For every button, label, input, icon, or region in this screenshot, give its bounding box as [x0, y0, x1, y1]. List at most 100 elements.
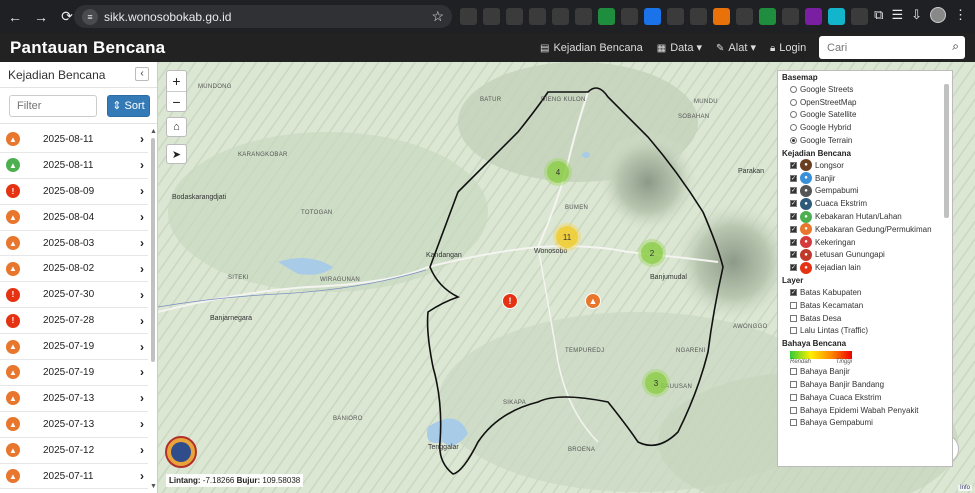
- cluster-marker[interactable]: 2: [641, 242, 663, 264]
- event-list-item[interactable]: ▲ 2025-07-13 ›: [0, 412, 148, 438]
- a2-ext-icon[interactable]: [851, 8, 868, 25]
- event-layer-option[interactable]: ✓ ● Banjir: [778, 172, 952, 185]
- event-layer-checkbox[interactable]: ✓: [790, 161, 797, 169]
- basemap-radio[interactable]: [790, 98, 797, 106]
- chevron-right-icon[interactable]: ›: [140, 314, 144, 328]
- hazard-checkbox[interactable]: [790, 406, 797, 414]
- chevron-right-icon[interactable]: ›: [140, 236, 144, 250]
- a-ext-icon[interactable]: [529, 8, 546, 25]
- event-layer-option[interactable]: ✓ ● Kebakaran Hutan/Lahan: [778, 210, 952, 223]
- hazard-option[interactable]: Bahaya Banjir Bandang: [778, 378, 952, 391]
- event-layer-checkbox[interactable]: ✓: [790, 213, 797, 221]
- event-layer-checkbox[interactable]: ✓: [790, 174, 797, 182]
- scroll-up-icon[interactable]: ▲: [150, 128, 157, 135]
- bookmark-star-icon[interactable]: ☆: [431, 8, 444, 25]
- event-layer-option[interactable]: ✓ ● Cuaca Ekstrim: [778, 197, 952, 210]
- event-layer-checkbox[interactable]: ✓: [790, 187, 797, 195]
- event-list-item[interactable]: ▲ 2025-07-19 ›: [0, 360, 148, 386]
- chevron-right-icon[interactable]: ›: [140, 288, 144, 302]
- chevron-right-icon[interactable]: ›: [140, 469, 144, 483]
- cluster-marker[interactable]: 11: [556, 226, 578, 248]
- locate-button[interactable]: ➤: [166, 144, 187, 164]
- event-list-item[interactable]: ▲ 2025-08-11 ›: [0, 127, 148, 153]
- chevron-right-icon[interactable]: ›: [140, 443, 144, 457]
- event-layer-option[interactable]: ✓ ● Kebakaran Gedung/Permukiman: [778, 223, 952, 236]
- scroll-down-icon[interactable]: ▼: [150, 483, 157, 490]
- chevron-right-icon[interactable]: ›: [140, 158, 144, 172]
- square-ext-icon[interactable]: [621, 8, 638, 25]
- badge-ext-icon[interactable]: [644, 8, 661, 25]
- chevron-right-icon[interactable]: ›: [140, 210, 144, 224]
- hazard-option[interactable]: Bahaya Gempabumi: [778, 417, 952, 430]
- basemap-option[interactable]: Google Satellite: [778, 109, 952, 122]
- chevron-right-icon[interactable]: ›: [140, 184, 144, 198]
- puzzle-ext-icon[interactable]: [506, 8, 523, 25]
- overlay-checkbox[interactable]: [790, 314, 797, 322]
- menu-kejadian-bencana[interactable]: ▤ Kejadian Bencana: [540, 42, 643, 54]
- event-marker-other[interactable]: !: [502, 293, 518, 309]
- menu-alat[interactable]: ✎ Alat ▾: [716, 41, 756, 54]
- overlay-checkbox[interactable]: [790, 301, 797, 309]
- event-list-item[interactable]: ▲ 2025-07-12 ›: [0, 438, 148, 464]
- gem-ext-icon[interactable]: [736, 8, 753, 25]
- cyan-ext-icon[interactable]: [828, 8, 845, 25]
- chevron-right-icon[interactable]: ›: [140, 365, 144, 379]
- chevron-right-icon[interactable]: ›: [140, 262, 144, 276]
- menu-login[interactable]: 🔒︎ Login: [770, 42, 806, 54]
- scroll-thumb[interactable]: [151, 138, 155, 362]
- event-layer-option[interactable]: ✓ ● Letusan Gunungapi: [778, 248, 952, 262]
- basemap-radio[interactable]: [790, 85, 797, 93]
- chevron-right-icon[interactable]: ›: [140, 340, 144, 354]
- hazard-option[interactable]: Bahaya Cuaca Ekstrim: [778, 391, 952, 404]
- overlay-checkbox[interactable]: [790, 327, 797, 335]
- hazard-checkbox[interactable]: [790, 393, 797, 401]
- event-list-item[interactable]: ! 2025-08-09 ›: [0, 179, 148, 205]
- leaf-ext-icon[interactable]: [759, 8, 776, 25]
- search-input[interactable]: [827, 41, 937, 54]
- overlay-option[interactable]: ✓ Batas Kabupaten: [778, 286, 952, 299]
- basemap-option[interactable]: Google Hybrid: [778, 121, 952, 134]
- extensions-puzzle-icon[interactable]: ⧉: [874, 7, 883, 23]
- home-button[interactable]: ⌂: [166, 117, 187, 137]
- zoom-out-button[interactable]: −: [167, 91, 186, 111]
- address-bar[interactable]: ≡ sikk.wonosobokab.go.id ☆: [74, 5, 452, 28]
- event-list-item[interactable]: ▲ 2025-07-11 ›: [0, 464, 148, 490]
- chevron-right-icon[interactable]: ›: [140, 391, 144, 405]
- overlay-checkbox[interactable]: ✓: [790, 289, 797, 297]
- browser-menu-icon[interactable]: ⋮: [954, 7, 967, 23]
- event-list-item[interactable]: ▲ 2025-07-19 ›: [0, 334, 148, 361]
- lines-ext-icon[interactable]: [782, 8, 799, 25]
- slash-ext-icon[interactable]: [460, 8, 477, 25]
- overlay-option[interactable]: Lalu Lintas (Traffic): [778, 325, 952, 338]
- event-list-item[interactable]: ! 2025-07-28 ›: [0, 308, 148, 335]
- overlay-option[interactable]: Batas Kecamatan: [778, 299, 952, 312]
- chevron-right-icon[interactable]: ›: [140, 132, 144, 146]
- event-layer-option[interactable]: ✓ ● Kekeringan: [778, 236, 952, 249]
- chevron-right-icon[interactable]: ›: [140, 417, 144, 431]
- brand-title[interactable]: Pantauan Bencana: [10, 38, 165, 58]
- event-layer-checkbox[interactable]: ✓: [790, 251, 797, 259]
- orange-ext-icon[interactable]: [713, 8, 730, 25]
- wave-ext-icon[interactable]: [690, 8, 707, 25]
- pin-ext-icon[interactable]: [575, 8, 592, 25]
- basemap-option[interactable]: OpenStreetMap: [778, 96, 952, 109]
- n-ext-icon[interactable]: [483, 8, 500, 25]
- search-icon[interactable]: ⌕: [952, 39, 959, 54]
- dollar-ext-icon[interactable]: [598, 8, 615, 25]
- purple-ext-icon[interactable]: [805, 8, 822, 25]
- event-list-item[interactable]: ▲ 2025-08-03 ›: [0, 231, 148, 257]
- hazard-option[interactable]: Bahaya Banjir: [778, 365, 952, 378]
- basemap-option[interactable]: Google Terrain: [778, 134, 952, 147]
- event-list-item[interactable]: ▲ 2025-08-02 ›: [0, 256, 148, 283]
- hazard-checkbox[interactable]: [790, 368, 797, 376]
- cluster-marker[interactable]: 3: [645, 372, 667, 394]
- event-layer-checkbox[interactable]: ✓: [790, 264, 797, 272]
- event-layer-checkbox[interactable]: ✓: [790, 200, 797, 208]
- event-list-item[interactable]: ▲ 2025-08-11 ›: [0, 153, 148, 179]
- panel-scrollbar[interactable]: [944, 84, 949, 218]
- event-list-item[interactable]: ▲ 2025-08-04 ›: [0, 205, 148, 231]
- hazard-checkbox[interactable]: [790, 419, 797, 427]
- event-list-item[interactable]: ! 2025-07-30 ›: [0, 282, 148, 309]
- collapse-sidebar-button[interactable]: ‹: [135, 67, 149, 81]
- sort-button[interactable]: ⇕ Sort: [107, 94, 150, 117]
